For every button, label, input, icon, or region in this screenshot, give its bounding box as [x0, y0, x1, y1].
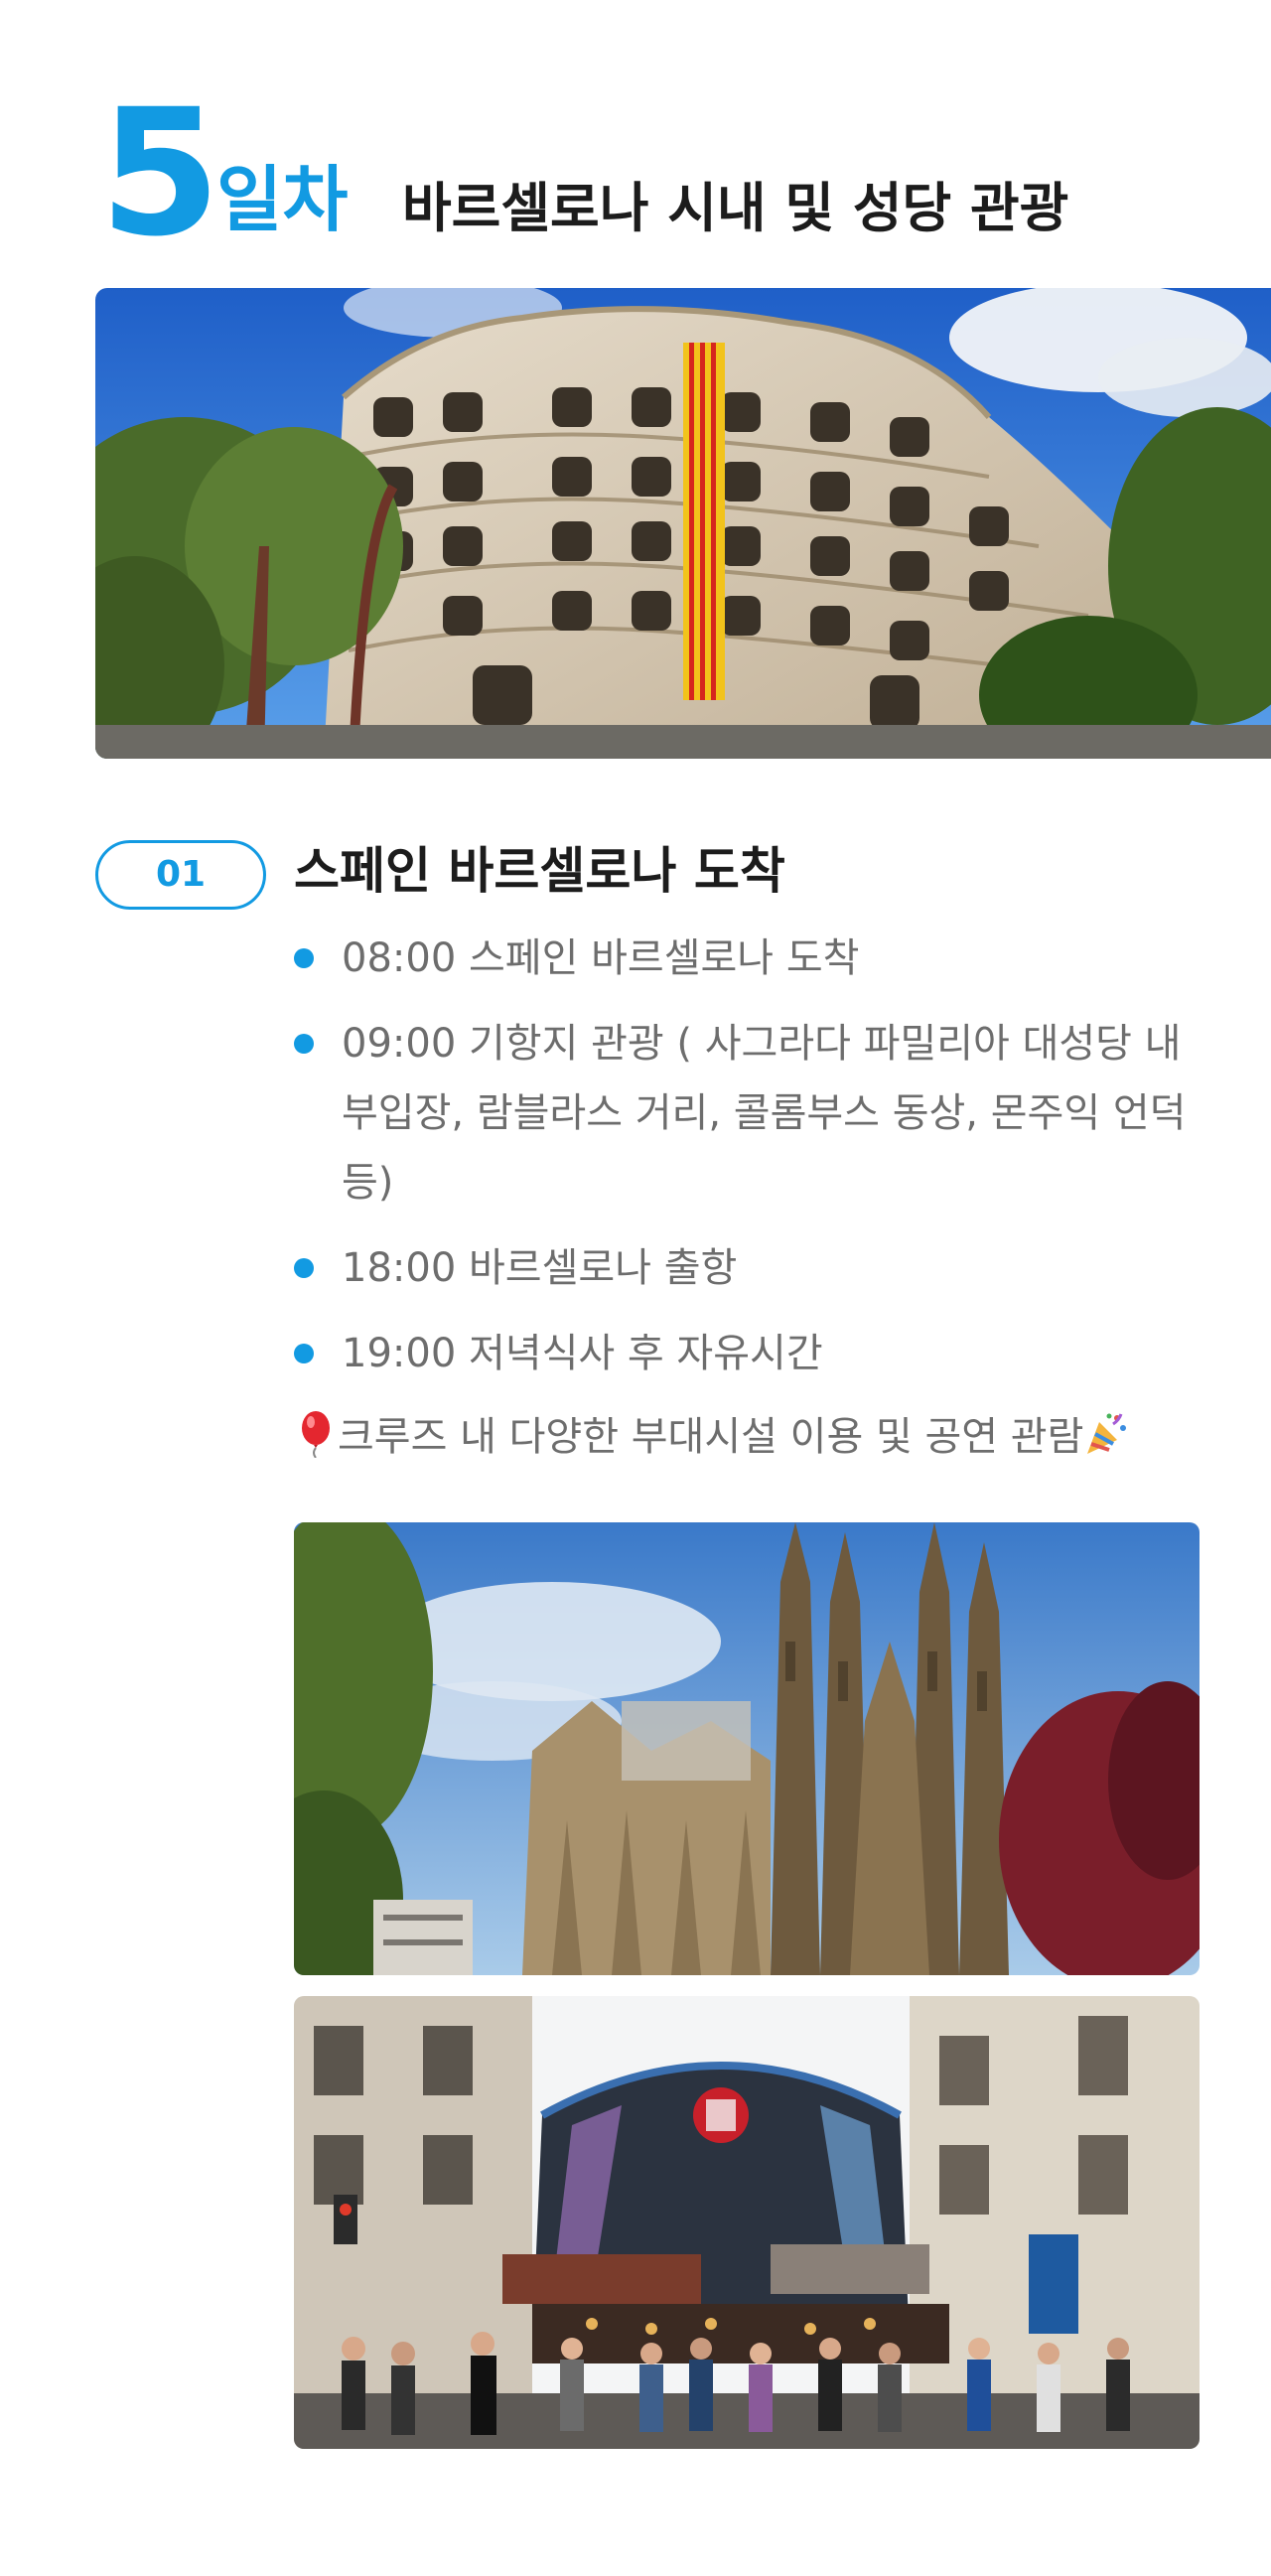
bullet-dot-icon — [294, 1344, 314, 1363]
day-title: 바르셀로나 시내 및 성당 관광 — [402, 177, 1069, 239]
boqueria-market-photo — [294, 1996, 1200, 2449]
schedule-item-text: 19:00 저녁식사 후 자유시간 — [342, 1331, 823, 1376]
step-badge: 01 — [95, 840, 266, 910]
day-number: 5 — [99, 72, 220, 275]
bullet-dot-icon — [294, 1034, 314, 1054]
party-popper-icon — [1083, 1410, 1127, 1458]
bullet-dot-icon — [294, 1258, 314, 1278]
onboard-note-text: 크루즈 내 다양한 부대시설 이용 및 공연 관람 — [338, 1414, 1084, 1460]
schedule-item: 09:00 기항지 관광 ( 사그라다 파밀리아 대성당 내부입장, 람블라스 … — [294, 1009, 1207, 1217]
schedule-item: 08:00 스페인 바르셀로나 도착 — [294, 924, 1207, 993]
onboard-note: 크루즈 내 다양한 부대시설 이용 및 공연 관람 — [294, 1402, 1207, 1472]
sagrada-familia-photo — [294, 1522, 1200, 1975]
bullet-dot-icon — [294, 948, 314, 968]
schedule-item: 19:00 저녁식사 후 자유시간 — [294, 1319, 1207, 1388]
schedule-list: 08:00 스페인 바르셀로나 도착 09:00 기항지 관광 ( 사그라다 파… — [294, 924, 1207, 1404]
schedule-item-text: 18:00 바르셀로나 출항 — [342, 1245, 738, 1291]
schedule-item: 18:00 바르셀로나 출항 — [294, 1233, 1207, 1303]
schedule-item-text: 08:00 스페인 바르셀로나 도착 — [342, 935, 860, 981]
step-title: 스페인 바르셀로나 도착 — [294, 842, 785, 900]
day-suffix: 일차 — [216, 158, 349, 241]
casa-mila-photo — [95, 288, 1271, 759]
balloon-icon — [294, 1410, 338, 1459]
schedule-item-text: 09:00 기항지 관광 ( 사그라다 파밀리아 대성당 내부입장, 람블라스 … — [342, 1021, 1187, 1206]
day-header: 5 일차 바르셀로나 시내 및 성당 관광 — [99, 72, 1192, 275]
